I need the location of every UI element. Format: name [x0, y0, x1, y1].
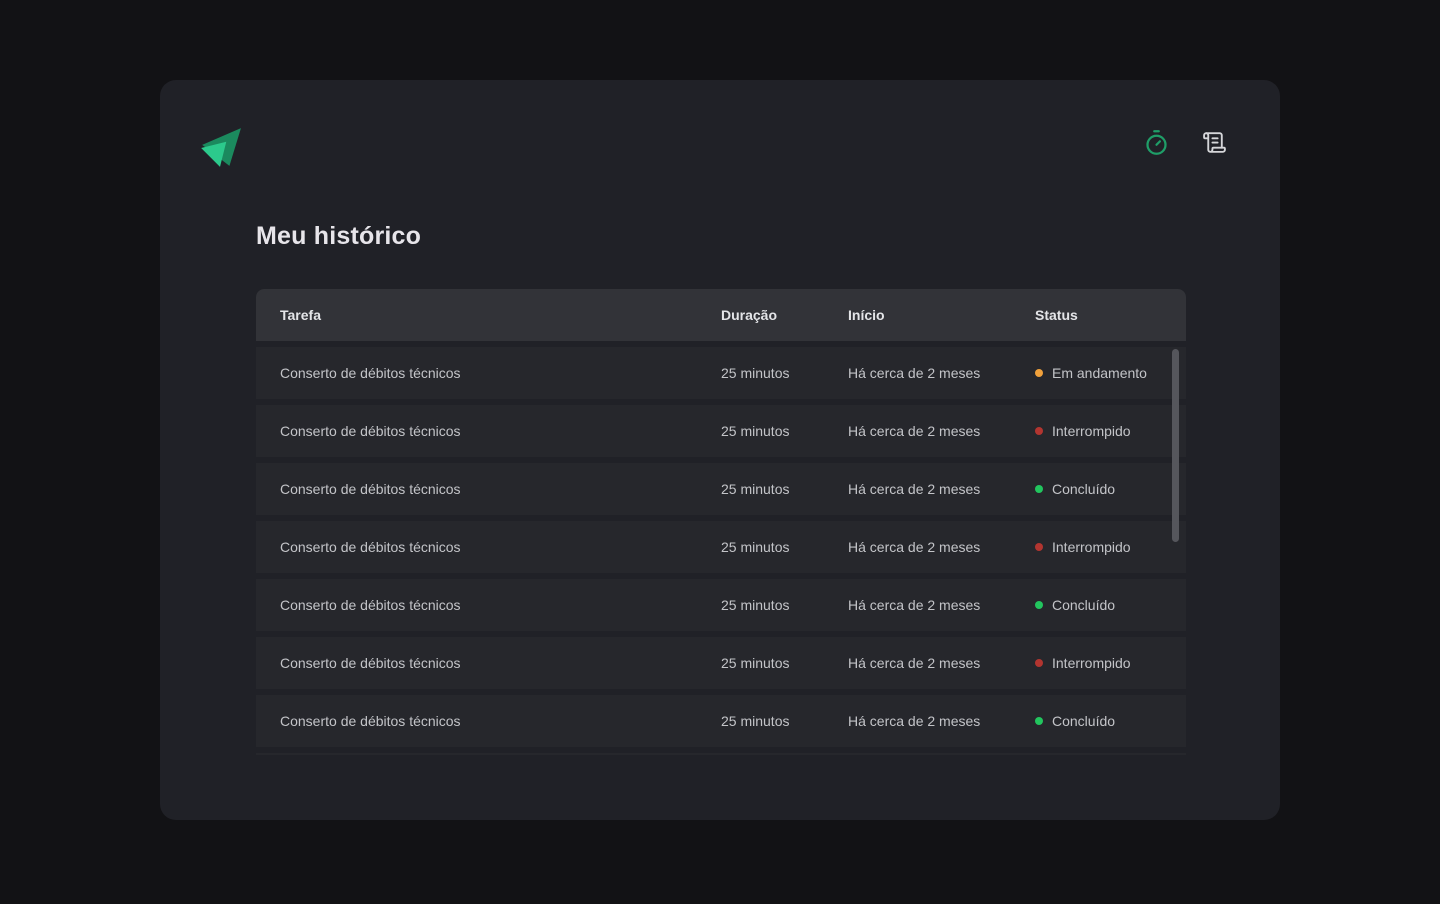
- status-dot: [1035, 427, 1043, 435]
- cell-duracao: 25 minutos: [721, 655, 789, 671]
- status-label: Concluído: [1052, 713, 1115, 729]
- history-log-button[interactable]: [1201, 129, 1228, 156]
- table-row[interactable]: Conserto de débitos técnicos 25 minutos …: [256, 347, 1186, 399]
- status-dot: [1035, 485, 1043, 493]
- column-header-inicio: Início: [848, 307, 885, 323]
- cell-duracao: 25 minutos: [721, 481, 789, 497]
- column-header-status: Status: [1035, 307, 1078, 323]
- cell-status: Em andamento: [1035, 365, 1147, 381]
- cell-duracao: 25 minutos: [721, 539, 789, 555]
- column-header-duracao: Duração: [721, 307, 777, 323]
- scroll-text-icon: [1202, 130, 1227, 155]
- cell-inicio: Há cerca de 2 meses: [848, 481, 980, 497]
- cell-tarefa: Conserto de débitos técnicos: [280, 597, 461, 613]
- table-row[interactable]: Conserto de débitos técnicos 25 minutos …: [256, 405, 1186, 457]
- cell-tarefa: Conserto de débitos técnicos: [280, 655, 461, 671]
- page-title: Meu histórico: [256, 222, 421, 251]
- status-dot: [1035, 659, 1043, 667]
- table-scrollbar-thumb[interactable]: [1172, 349, 1179, 542]
- cell-tarefa: Conserto de débitos técnicos: [280, 365, 461, 381]
- timer-button[interactable]: [1143, 129, 1170, 156]
- status-dot: [1035, 543, 1043, 551]
- cell-tarefa: Conserto de débitos técnicos: [280, 481, 461, 497]
- cell-inicio: Há cerca de 2 meses: [848, 655, 980, 671]
- status-label: Interrompido: [1052, 539, 1131, 555]
- table-row[interactable]: Conserto de débitos técnicos 25 minutos …: [256, 579, 1186, 631]
- status-label: Interrompido: [1052, 423, 1131, 439]
- status-label: Em andamento: [1052, 365, 1147, 381]
- cell-status: Interrompido: [1035, 539, 1131, 555]
- brand-logo[interactable]: [198, 125, 242, 169]
- topbar-actions: [1143, 129, 1228, 156]
- table-row[interactable]: Conserto de débitos técnicos 25 minutos …: [256, 521, 1186, 573]
- cell-status: Interrompido: [1035, 423, 1131, 439]
- table-header-row: Tarefa Duração Início Status: [256, 289, 1186, 341]
- cell-inicio: Há cerca de 2 meses: [848, 597, 980, 613]
- cell-inicio: Há cerca de 2 meses: [848, 713, 980, 729]
- cell-tarefa: Conserto de débitos técnicos: [280, 423, 461, 439]
- timer-icon: [1143, 129, 1170, 156]
- cell-status: Concluído: [1035, 713, 1115, 729]
- history-table: Tarefa Duração Início Status Conserto de…: [256, 289, 1186, 755]
- cell-inicio: Há cerca de 2 meses: [848, 423, 980, 439]
- table-row-partial[interactable]: [256, 753, 1186, 755]
- status-dot: [1035, 369, 1043, 377]
- status-dot: [1035, 601, 1043, 609]
- table-row[interactable]: Conserto de débitos técnicos 25 minutos …: [256, 463, 1186, 515]
- cell-tarefa: Conserto de débitos técnicos: [280, 539, 461, 555]
- status-label: Concluído: [1052, 481, 1115, 497]
- cell-status: Concluído: [1035, 597, 1115, 613]
- table-row[interactable]: Conserto de débitos técnicos 25 minutos …: [256, 637, 1186, 689]
- cell-duracao: 25 minutos: [721, 713, 789, 729]
- table-row[interactable]: Conserto de débitos técnicos 25 minutos …: [256, 695, 1186, 747]
- cell-status: Interrompido: [1035, 655, 1131, 671]
- cell-duracao: 25 minutos: [721, 597, 789, 613]
- cell-duracao: 25 minutos: [721, 365, 789, 381]
- cell-inicio: Há cerca de 2 meses: [848, 365, 980, 381]
- status-label: Concluído: [1052, 597, 1115, 613]
- cell-status: Concluído: [1035, 481, 1115, 497]
- column-header-tarefa: Tarefa: [280, 307, 321, 323]
- status-label: Interrompido: [1052, 655, 1131, 671]
- cell-tarefa: Conserto de débitos técnicos: [280, 713, 461, 729]
- paper-plane-logo-icon: [198, 125, 242, 169]
- status-dot: [1035, 717, 1043, 725]
- cell-duracao: 25 minutos: [721, 423, 789, 439]
- history-card: Meu histórico Tarefa Duração Início Stat…: [160, 80, 1280, 820]
- cell-inicio: Há cerca de 2 meses: [848, 539, 980, 555]
